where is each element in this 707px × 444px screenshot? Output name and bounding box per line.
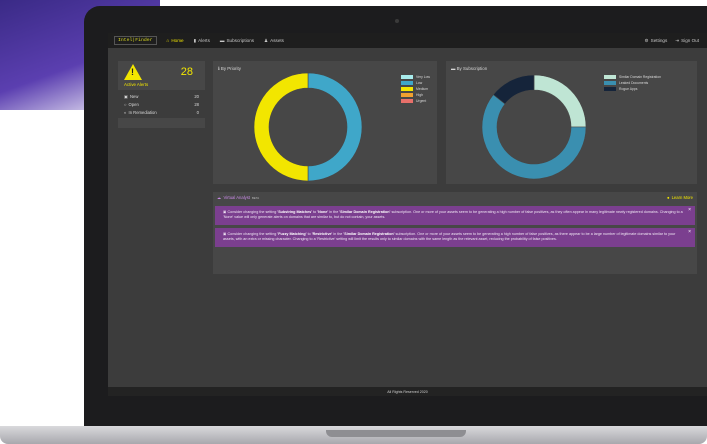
alert-row-new[interactable]: ▣ New 20: [118, 92, 205, 100]
home-icon: ⌂: [166, 38, 170, 43]
nav-alerts-label: Alerts: [198, 38, 210, 43]
alert-status-list: ▣ New 20 ○ Open 28 ◐ In Remediation 0: [118, 90, 205, 118]
legend-item[interactable]: Similar Domain Registration: [604, 75, 661, 79]
nav-assets-label: Assets: [270, 38, 284, 43]
legend-swatch: [401, 99, 413, 103]
message-subscription: 'Similar Domain Registration': [339, 210, 391, 214]
virtual-analyst-card: ☁ Virtual Analyst BETA ● Learn More × ▣ Co…: [213, 192, 697, 274]
legend-swatch: [604, 87, 616, 91]
alert-row-label: New: [129, 93, 139, 99]
legend-label: Rogue Apps: [619, 87, 638, 91]
legend-item[interactable]: Medium: [401, 87, 430, 91]
close-icon[interactable]: ×: [688, 229, 691, 235]
file-icon: ▮: [193, 37, 197, 43]
donut-slice-rogue-apps[interactable]: [492, 74, 535, 105]
active-alerts-card[interactable]: ! 28 Active Alerts ▣ New 20 ○ Open 28 ◐ In …: [118, 61, 205, 128]
app-logo[interactable]: Intel|Finder: [114, 36, 157, 45]
legend-swatch: [401, 87, 413, 91]
legend-label: Urgent: [416, 99, 427, 103]
nav-alerts[interactable]: ▮ Alerts: [194, 38, 210, 44]
alert-row-remediation[interactable]: ◐ In Remediation 0: [118, 108, 205, 116]
alert-row-label: Open: [128, 101, 139, 107]
virtual-analyst-title: ☁ Virtual Analyst BETA: [217, 195, 259, 200]
alert-row-value: 0: [196, 109, 199, 115]
laptop-notch: [326, 430, 466, 437]
message-subscription: 'Similar Domain Registration': [343, 231, 395, 236]
legend-swatch: [401, 93, 413, 97]
legend-swatch: [401, 81, 413, 85]
message-text: in the: [332, 231, 344, 236]
nav-home[interactable]: ⌂ Home: [167, 38, 184, 43]
warning-icon: !: [124, 64, 142, 80]
alerts-count: 28: [180, 66, 193, 78]
gear-icon: ⚙: [644, 37, 649, 43]
learn-more-label: Learn More: [671, 195, 693, 200]
new-icon: ▣: [124, 93, 128, 99]
alert-row-value: 28: [194, 101, 199, 107]
nav-sign-out-label: Sign Out: [681, 38, 699, 43]
app-screen: Intel|Finder ⌂ Home ▮ Alerts ▬ Subscript…: [108, 33, 707, 396]
donut-slice-medium[interactable]: [253, 72, 309, 182]
folder-icon: ▬: [219, 38, 225, 43]
navbar: Intel|Finder ⌂ Home ▮ Alerts ▬ Subscript…: [108, 33, 707, 48]
donut-slice-low[interactable]: [307, 72, 363, 182]
question-icon: ●: [667, 195, 670, 200]
nav-sign-out[interactable]: ⇥ Sign Out: [675, 38, 699, 44]
legend-label: Medium: [416, 87, 429, 91]
alerts-title: Active Alerts: [124, 82, 149, 87]
nav-assets[interactable]: ♟ Assets: [264, 38, 284, 44]
legend-swatch: [604, 75, 616, 79]
message-value: 'Restrictive': [311, 231, 333, 236]
alert-row-open[interactable]: ○ Open 28: [118, 100, 205, 108]
legend-item[interactable]: High: [401, 93, 430, 97]
priority-legend: Very Low Low Medium High Urgent: [401, 75, 430, 105]
footer-text: All Rights Reserved 2020: [387, 389, 428, 394]
priority-chart-card: ℹ By Priority Very Low Low Medium High U…: [213, 61, 437, 184]
close-icon[interactable]: ×: [688, 207, 691, 213]
legend-item[interactable]: Rogue Apps: [604, 87, 661, 91]
message-value: 'None': [317, 210, 329, 214]
users-icon: ♟: [264, 37, 269, 43]
nav-subscriptions[interactable]: ▬ Subscriptions: [220, 38, 254, 43]
recommendation-message: × ▣ Consider changing the setting 'Fuzzy…: [215, 227, 695, 247]
message-setting: 'Substring Matches': [277, 210, 313, 214]
message-text: in the: [328, 210, 340, 214]
recommendation-message: × ▣ Consider changing the setting 'Subst…: [215, 206, 695, 225]
message-text: Consider changing the setting: [227, 210, 278, 214]
legend-item[interactable]: Low: [401, 81, 430, 85]
subscription-legend: Similar Domain Registration Leaked Docum…: [604, 75, 661, 93]
nav-subscriptions-label: Subscriptions: [226, 38, 255, 43]
message-text: Consider changing the setting: [227, 231, 278, 236]
message-setting: 'Fuzzy Matching': [277, 231, 307, 236]
legend-swatch: [604, 81, 616, 85]
legend-item[interactable]: Leaked Documents: [604, 81, 661, 85]
alert-row-value: 20: [194, 93, 199, 99]
legend-item[interactable]: Urgent: [401, 99, 430, 103]
legend-label: Low: [416, 81, 423, 85]
subscription-chart-card: ▬ By Subscription Similar Domain Registr…: [446, 61, 697, 184]
virtual-analyst-title-text: Virtual Analyst: [223, 195, 250, 200]
beta-badge: BETA: [251, 195, 260, 200]
alert-row-label: In Remediation: [128, 109, 157, 115]
nav-settings-label: Settings: [650, 38, 668, 43]
legend-swatch: [401, 75, 413, 79]
nav-settings[interactable]: ⚙ Settings: [645, 38, 668, 44]
legend-label: High: [416, 93, 423, 97]
camera-dot: [395, 19, 399, 23]
legend-label: Very Low: [416, 75, 430, 79]
learn-more-link[interactable]: ● Learn More: [667, 195, 693, 200]
legend-item[interactable]: Very Low: [401, 75, 430, 79]
donut-slice-similar-domain-registration[interactable]: [533, 74, 587, 128]
sign-out-icon: ⇥: [675, 37, 680, 43]
open-icon: ○: [124, 101, 127, 107]
remediation-icon: ◐: [124, 109, 127, 115]
legend-label: Similar Domain Registration: [619, 75, 662, 79]
footer: All Rights Reserved 2020: [108, 387, 707, 396]
legend-label: Leaked Documents: [619, 81, 649, 85]
nav-home-label: Home: [171, 38, 184, 43]
laptop-bezel: [84, 396, 707, 426]
